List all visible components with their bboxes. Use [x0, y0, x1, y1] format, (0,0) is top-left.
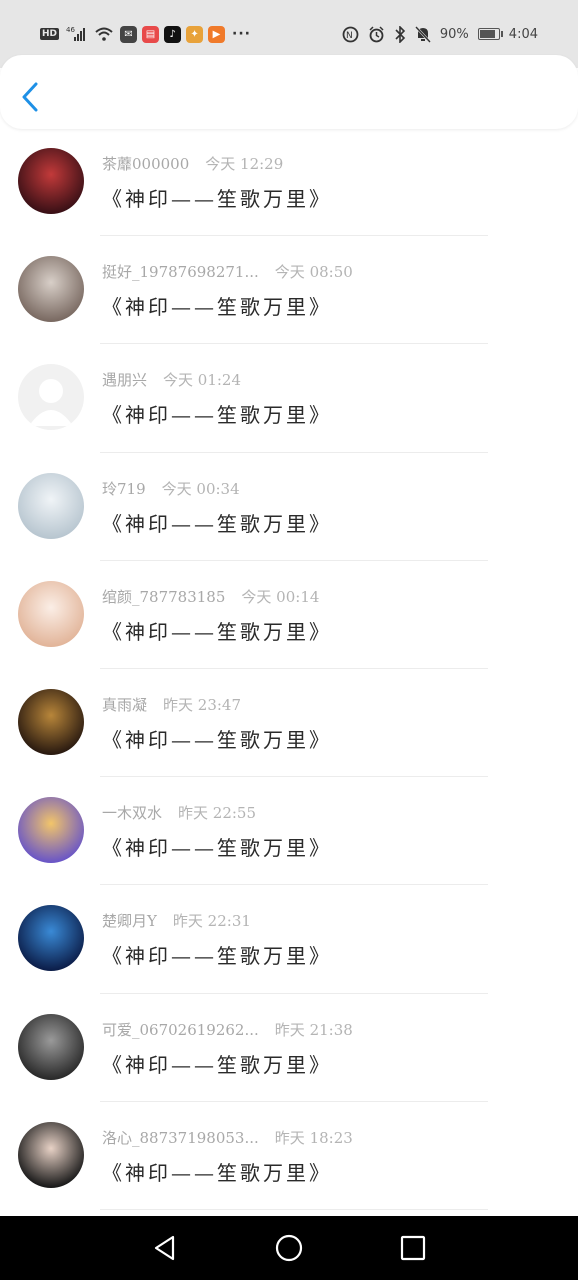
message-row[interactable]: 挺好_19787698271... 今天 08:50 《神印——笙歌万里》 [0, 236, 578, 345]
message-row[interactable]: 一木双水 昨天 22:55 《神印——笙歌万里》 [0, 777, 578, 886]
status-right: N 90% 4:04 [342, 25, 538, 43]
timestamp: 今天 00:14 [241, 587, 320, 606]
mute-bell-icon [414, 25, 431, 43]
message-text: 《神印——笙歌万里》 [102, 944, 332, 969]
message-row[interactable]: 可爱_06702619262... 昨天 21:38 《神印——笙歌万里》 [0, 994, 578, 1102]
back-button[interactable] [16, 79, 46, 115]
message-meta: 绾颜_787783185 今天 00:14 [102, 586, 319, 607]
clock-time: 4:04 [508, 26, 538, 42]
svg-text:N: N [346, 31, 353, 41]
message-list: 茶蘼000000 今天 12:29 《神印——笙歌万里》 挺好_19787698271… [0, 128, 578, 1210]
video-play-app-icon: ▶ [208, 25, 226, 43]
nav-home-button[interactable] [271, 1230, 307, 1266]
timestamp: 今天 01:24 [163, 371, 242, 390]
signal-icon: 46 [66, 26, 86, 41]
wifi-icon [95, 27, 113, 41]
hd-network-icon: HD [40, 28, 60, 40]
message-row[interactable]: 真雨凝 昨天 23:47 《神印——笙歌万里》 [0, 669, 578, 778]
timestamp: 昨天 21:38 [274, 1020, 353, 1039]
nav-recents-button[interactable] [395, 1230, 431, 1266]
username[interactable]: 茶蘼000000 [102, 155, 189, 173]
message-meta: 可爱_06702619262... 昨天 21:38 [102, 1019, 353, 1040]
username[interactable]: 挺好_19787698271... [102, 263, 259, 281]
message-meta: 洛心_88737198053... 昨天 18:23 [102, 1127, 353, 1148]
row-divider [100, 1208, 488, 1210]
message-text: 《神印——笙歌万里》 [102, 187, 332, 211]
username[interactable]: 可爱_06702619262... [102, 1021, 259, 1039]
color-grid-app-icon: ✦ [186, 25, 204, 43]
status-left: HD 46 ✉ ▤ ♪ ✦ ▶ ··· [40, 25, 251, 43]
avatar[interactable] [18, 905, 84, 972]
avatar[interactable] [18, 256, 84, 323]
timestamp: 昨天 22:55 [178, 804, 257, 823]
tiktok-app-icon: ♪ [164, 25, 182, 43]
username[interactable]: 遇朋兴 [102, 371, 147, 389]
circle-home-icon [275, 1234, 303, 1262]
timestamp: 今天 08:50 [274, 263, 353, 282]
avatar[interactable] [18, 1013, 84, 1080]
signal-label: 46 [66, 26, 75, 34]
username[interactable]: 楚卿月Y [102, 912, 157, 930]
red-book-app-icon: ▤ [142, 25, 160, 43]
message-meta: 玲719 今天 00:34 [102, 478, 240, 499]
avatar[interactable] [18, 472, 84, 539]
timestamp: 昨天 18:23 [274, 1128, 353, 1147]
message-text: 《神印——笙歌万里》 [102, 511, 332, 536]
notification-app-icons: ✉ ▤ ♪ ✦ ▶ [120, 25, 226, 43]
default-avatar-icon [29, 379, 73, 427]
avatar[interactable] [18, 1121, 84, 1188]
message-meta: 遇朋兴 今天 01:24 [102, 369, 241, 390]
message-row[interactable]: 楚卿月Y 昨天 22:31 《神印——笙歌万里》 [0, 885, 578, 994]
avatar[interactable] [18, 148, 84, 214]
username[interactable]: 洛心_88737198053... [102, 1129, 259, 1147]
top-header [0, 55, 578, 129]
alarm-icon [369, 25, 384, 42]
avatar[interactable] [18, 580, 84, 647]
message-text: 《神印——笙歌万里》 [102, 295, 332, 320]
bluetooth-icon [395, 25, 406, 43]
timestamp: 昨天 22:31 [172, 912, 251, 931]
timestamp: 今天 00:34 [161, 479, 240, 498]
avatar[interactable] [18, 797, 84, 864]
message-text: 《神印——笙歌万里》 [102, 1052, 332, 1077]
avatar[interactable] [18, 364, 84, 431]
timestamp: 今天 12:29 [205, 155, 284, 173]
message-text: 《神印——笙歌万里》 [102, 836, 332, 861]
nav-back-button[interactable] [147, 1230, 183, 1266]
username[interactable]: 一木双水 [102, 804, 162, 822]
square-recents-icon [400, 1235, 426, 1261]
message-app-icon: ✉ [120, 25, 138, 43]
message-text: 《神印——笙歌万里》 [102, 403, 332, 428]
message-row[interactable]: 洛心_88737198053... 昨天 18:23 《神印——笙歌万里》 [0, 1102, 578, 1210]
username[interactable]: 真雨凝 [102, 696, 147, 714]
message-text: 《神印——笙歌万里》 [102, 619, 332, 644]
message-meta: 一木双水 昨天 22:55 [102, 802, 256, 823]
timestamp: 昨天 23:47 [163, 695, 242, 714]
username[interactable]: 绾颜_787783185 [102, 588, 225, 606]
username[interactable]: 玲719 [102, 480, 146, 498]
message-meta: 真雨凝 昨天 23:47 [102, 694, 241, 715]
message-row[interactable]: 遇朋兴 今天 01:24 《神印——笙歌万里》 [0, 344, 578, 453]
triangle-back-icon [154, 1235, 175, 1261]
avatar[interactable] [18, 688, 84, 755]
message-text: 《神印——笙歌万里》 [102, 727, 332, 752]
more-icon: ··· [232, 26, 251, 42]
message-meta: 挺好_19787698271... 今天 08:50 [102, 261, 353, 282]
message-text: 《神印——笙歌万里》 [102, 1160, 332, 1185]
message-row[interactable]: 茶蘼000000 今天 12:29 《神印——笙歌万里》 [0, 128, 578, 237]
message-meta: 楚卿月Y 昨天 22:31 [102, 910, 251, 931]
message-row[interactable]: 绾颜_787783185 今天 00:14 《神印——笙歌万里》 [0, 561, 578, 669]
battery-percent: 90% [439, 26, 469, 42]
chevron-left-icon [22, 82, 38, 112]
system-nav-bar [0, 1216, 578, 1280]
nfc-icon: N [342, 26, 359, 42]
message-meta: 茶蘼000000 今天 12:29 [102, 153, 283, 174]
battery-icon [477, 28, 503, 40]
message-row[interactable]: 玲719 今天 00:34 《神印——笙歌万里》 [0, 453, 578, 561]
